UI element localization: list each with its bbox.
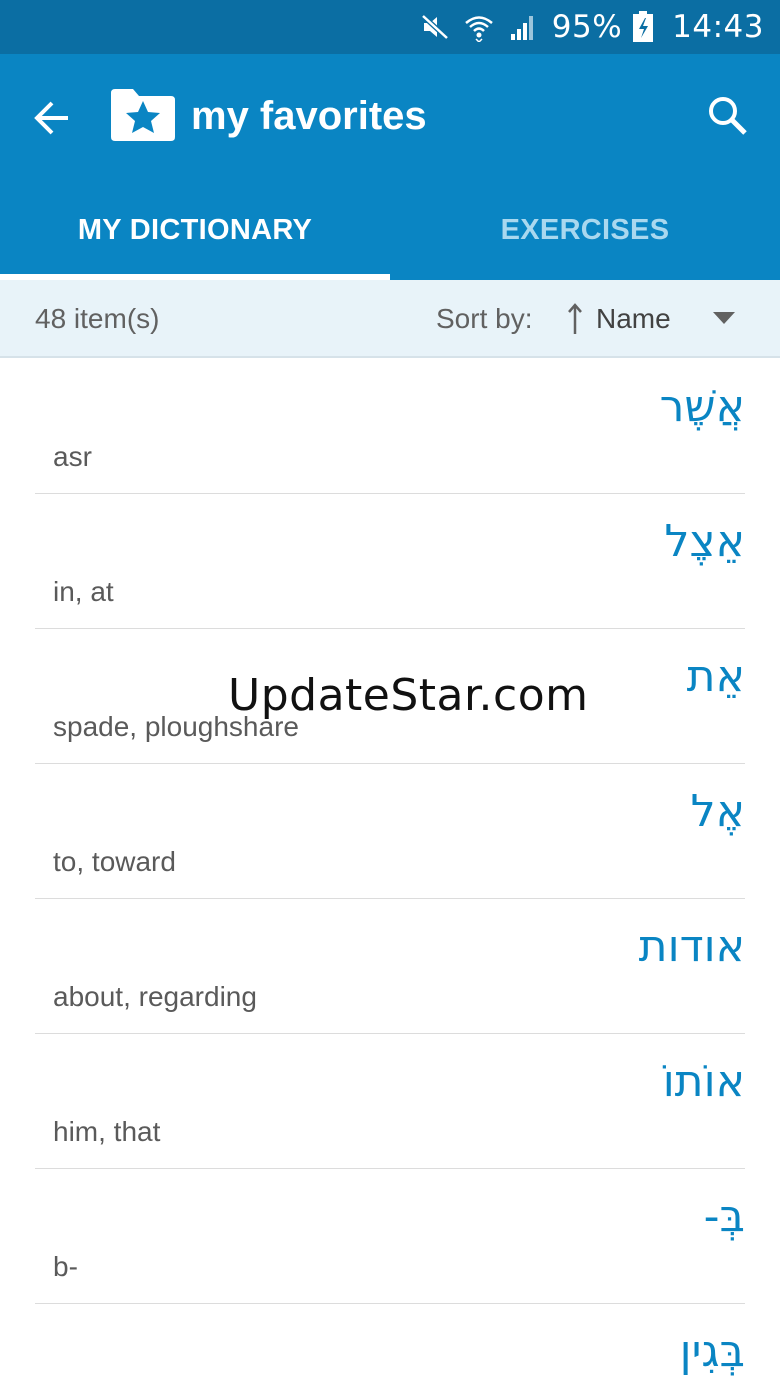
battery-percent: 95% [551,9,623,45]
list-item[interactable]: אֶל to, toward [35,764,745,899]
hebrew-word: אֲשֶׁר [659,381,745,432]
sort-label: Sort by: [436,303,533,334]
hebrew-word: בְּגִין [679,1326,745,1377]
list-item[interactable]: בְּגִין [35,1304,745,1386]
list-item[interactable]: אֵצֶל in, at [35,494,745,629]
back-button[interactable] [28,94,76,142]
arrow-left-icon [34,101,68,135]
battery-status: 95% [552,9,658,45]
search-icon [709,97,747,135]
page-title: my favorites [191,94,427,138]
folder-star-icon [109,87,177,143]
dropdown-arrow-icon[interactable] [710,308,738,328]
hebrew-word: אֵת [686,651,745,702]
battery-charging-icon [628,11,658,42]
sort-bar: 48 item(s) Sort by: Name [0,280,780,358]
status-bar: 95% 14:43 [0,0,780,54]
translation: to, toward [53,846,176,877]
clock: 14:43 [672,9,764,45]
hebrew-word: אוֹתוֹ [662,1056,745,1107]
translation: him, that [53,1116,161,1147]
translation: in, at [53,576,114,607]
hebrew-word: אֵצֶל [664,516,745,567]
sort-value[interactable]: Name [596,280,671,358]
wifi-icon [464,12,494,42]
hebrew-word: אֶל [690,786,745,837]
signal-icon [508,12,538,42]
item-count: 48 item(s) [35,303,160,334]
translation: asr [53,441,92,472]
title-row: my favorites [0,54,780,180]
app-bar: my favorites MY DICTIONARY EXERCISES [0,54,780,280]
list-item[interactable]: אֲשֶׁר asr [35,359,745,494]
search-button[interactable] [704,92,752,140]
translation: about, regarding [53,981,257,1012]
favorites-list: אֲשֶׁר asr אֵצֶל in, at אֵת spade, ploug… [0,359,780,1386]
list-item[interactable]: אוֹתוֹ him, that [35,1034,745,1169]
tab-my-dictionary[interactable]: MY DICTIONARY [0,180,390,280]
tab-exercises[interactable]: EXERCISES [390,180,780,280]
mute-icon [420,12,450,42]
hebrew-word: אודות [638,921,745,972]
tab-bar: MY DICTIONARY EXERCISES [0,180,780,280]
list-item[interactable]: בְּ- b- [35,1169,745,1304]
translation: b- [53,1251,78,1282]
list-item[interactable]: אֵת spade, ploughshare [35,629,745,764]
list-item[interactable]: אודות about, regarding [35,899,745,1034]
translation: spade, ploughshare [53,711,299,742]
sort-ascending-icon[interactable] [565,302,585,336]
hebrew-word: בְּ- [703,1191,745,1242]
tab-label: EXERCISES [500,213,670,246]
tab-label: MY DICTIONARY [77,213,313,246]
